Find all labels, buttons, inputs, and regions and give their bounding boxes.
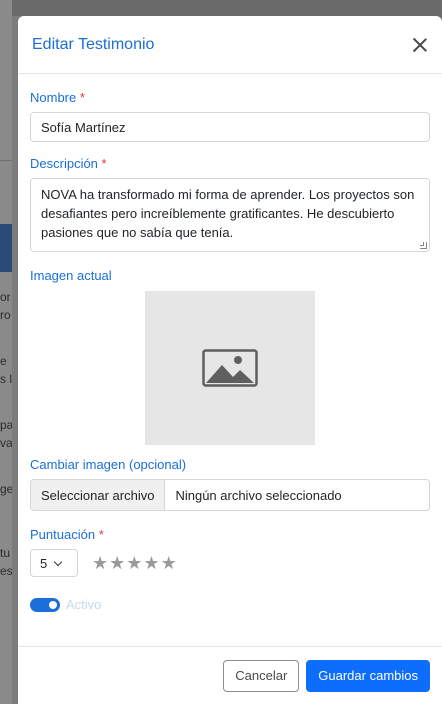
rating-select[interactable]: 5 <box>30 549 78 577</box>
modal-footer: Cancelar Guardar cambios <box>18 646 442 704</box>
backdrop-text-fragment: es <box>0 564 12 578</box>
active-toggle[interactable] <box>30 597 60 612</box>
select-file-button[interactable]: Seleccionar archivo <box>31 480 166 510</box>
name-input[interactable]: Sofía Martínez <box>30 112 430 142</box>
close-icon[interactable] <box>411 36 429 54</box>
description-textarea[interactable]: NOVA ha transformado mi forma de aprende… <box>30 178 430 252</box>
name-label-text: Nombre <box>30 90 77 105</box>
required-mark: * <box>79 90 85 105</box>
required-mark: * <box>98 527 104 542</box>
file-status: Ningún archivo seleccionado <box>175 487 342 503</box>
backdrop-blue-block <box>0 224 12 272</box>
modal-header: Editar Testimonio <box>18 16 442 74</box>
resize-grip-icon[interactable] <box>420 242 427 249</box>
backdrop-text-fragment: tu <box>0 546 11 560</box>
description-label-text: Descripción <box>30 156 98 171</box>
image-placeholder-icon <box>202 349 258 387</box>
save-changes-button[interactable]: Guardar cambios <box>306 659 430 692</box>
rating-select-value: 5 <box>40 555 48 571</box>
backdrop-text-fragment: ro <box>0 308 11 322</box>
rating-label-text: Puntuación <box>30 527 96 542</box>
current-image-label: Imagen actual <box>30 268 430 283</box>
current-image-label-text: Imagen actual <box>30 268 112 283</box>
backdrop-text-fragment: e <box>0 354 7 368</box>
backdrop-text-fragment: pa <box>0 418 12 432</box>
current-image-preview <box>145 291 315 445</box>
star-icon: ★ <box>143 553 160 573</box>
chevron-down-icon <box>53 557 63 566</box>
description-label: Descripción * <box>30 156 430 171</box>
backdrop-text-fragment: ge <box>0 482 12 496</box>
star-icon: ★ <box>109 553 126 573</box>
rating-stars: ★ ★ ★ ★ ★ <box>92 554 177 572</box>
backdrop-text-fragment: s l <box>0 372 12 386</box>
required-mark: * <box>101 156 107 171</box>
rating-row: 5 ★ ★ ★ ★ ★ <box>30 549 430 577</box>
change-image-label-text: Cambiar imagen (opcional) <box>30 457 187 472</box>
active-toggle-label: Activo <box>66 597 102 612</box>
backdrop-top-strip <box>0 0 442 16</box>
modal-body: Nombre * Sofía Martínez Descripción * NO… <box>18 74 442 612</box>
modal-title: Editar Testimonio <box>32 35 155 53</box>
image-file-input[interactable]: Seleccionar archivo Ningún archivo selec… <box>30 479 430 511</box>
active-toggle-row: Activo <box>30 597 430 612</box>
star-icon: ★ <box>160 553 177 573</box>
name-input-value: Sofía Martínez <box>41 119 126 135</box>
edit-testimonial-modal: Editar Testimonio Nombre * Sofía Martíne… <box>18 16 442 704</box>
name-label: Nombre * <box>30 90 430 105</box>
star-icon: ★ <box>126 553 143 573</box>
change-image-label: Cambiar imagen (opcional) <box>30 457 430 472</box>
cancel-button[interactable]: Cancelar <box>223 659 300 692</box>
backdrop-divider <box>0 160 12 161</box>
description-textarea-value: NOVA ha transformado mi forma de aprende… <box>41 187 415 240</box>
backdrop-text-fragment: or <box>0 290 11 304</box>
rating-label: Puntuación * <box>30 527 430 542</box>
backdrop-left-content <box>0 0 12 704</box>
star-icon: ★ <box>92 553 109 573</box>
backdrop-text-fragment: va <box>0 436 12 450</box>
